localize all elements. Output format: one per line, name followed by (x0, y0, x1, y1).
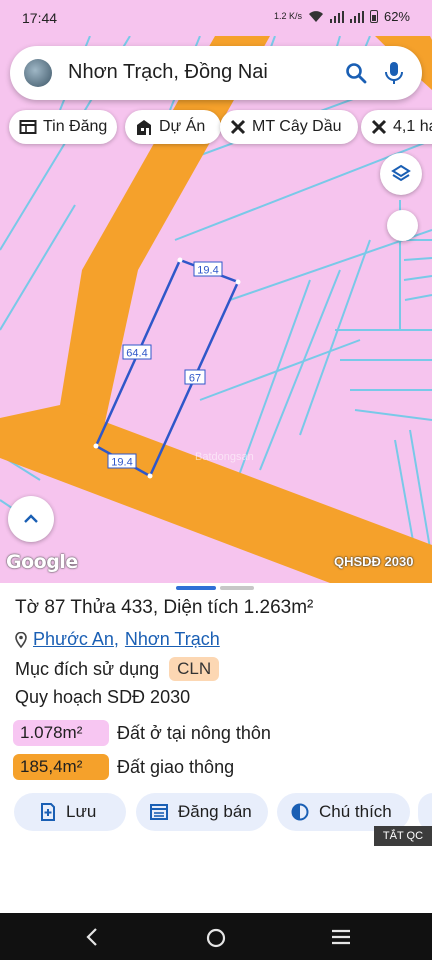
search-input[interactable]: Nhơn Trạch, Đồng Nai (68, 61, 268, 84)
zone-label: Đất ở tại nông thôn (117, 722, 271, 743)
recents-icon[interactable] (331, 928, 351, 946)
legend-label: Chú thích (319, 802, 392, 821)
network-speed: 1.2 K/s (273, 11, 302, 21)
battery-icon (369, 10, 378, 23)
chip-area[interactable]: 4,1 ha (361, 110, 432, 144)
district-link[interactable]: Nhơn Trạch (125, 629, 220, 650)
system-nav-bar (0, 913, 432, 960)
battery-level: 62% (383, 9, 410, 24)
search-bar[interactable]: Nhơn Trạch, Đồng Nai (10, 46, 422, 100)
microphone-icon[interactable] (382, 60, 406, 86)
watermark-text: Batdongsan (195, 451, 254, 463)
sheet-handle[interactable] (176, 586, 216, 590)
map-view[interactable]: 19.4 64.4 67 19.4 Batdongsan Nhơn Trạch,… (0, 0, 432, 583)
save-label: Lưu (66, 802, 97, 821)
layers-button[interactable] (380, 153, 422, 195)
legend-icon (291, 803, 309, 821)
location-separator: , (113, 629, 119, 649)
action-buttons: Lưu Đăng bán Chú thích (0, 793, 432, 831)
purpose-row: Mục đích sử dụng CLN (15, 657, 220, 681)
chip-label: 4,1 ha (393, 118, 432, 135)
purpose-code-badge: CLN (169, 657, 220, 681)
location-row: Phước An, Nhơn Trạch (15, 629, 220, 650)
ward-link[interactable]: Phước An (33, 629, 114, 650)
expand-button[interactable] (8, 496, 54, 542)
chip-label: Tin Đăng (43, 118, 108, 135)
status-time: 17:44 (22, 10, 58, 26)
lot-right-length: 67 (189, 373, 201, 385)
status-icons: 1.2 K/s 62% (274, 9, 410, 24)
signal-icon (329, 10, 344, 23)
parcel-info-sheet: Tờ 87 Thửa 433, Diện tích 1.263m² Phước … (0, 583, 432, 913)
lot-top-width: 19.4 (197, 265, 218, 277)
opacity-slider-handle[interactable] (387, 210, 418, 241)
avatar[interactable] (24, 59, 52, 87)
chip-mt-cay-dau[interactable]: MT Cây Dầu (220, 110, 358, 144)
zone-row-residential: 1.078m² Đất ở tại nông thôn (13, 720, 271, 746)
chip-label: MT Cây Dầu (252, 118, 342, 135)
back-icon[interactable] (84, 927, 100, 947)
status-bar: 17:44 1.2 K/s 62% (0, 0, 432, 36)
chip-label: Dự Án (159, 118, 206, 135)
sheet-handle-secondary[interactable] (220, 586, 254, 590)
chip-tin-dang[interactable]: Tin Đăng (9, 110, 117, 144)
save-button[interactable]: Lưu (14, 793, 126, 831)
home-icon[interactable] (205, 927, 227, 949)
cross-tools-icon (371, 119, 387, 135)
purpose-label: Mục đích sử dụng (15, 658, 160, 679)
zone-area-chip: 1.078m² (13, 720, 109, 746)
cross-tools-icon (230, 119, 246, 135)
zone-label: Đất giao thông (117, 756, 235, 777)
hide-ads-button[interactable]: TẮT QC (374, 826, 432, 846)
chevron-up-icon (24, 514, 38, 523)
building-icon (137, 119, 151, 135)
lot-bottom-width: 19.4 (111, 457, 132, 469)
plan-layer-label: QHSDĐ 2030 (334, 554, 414, 569)
listing-icon (150, 804, 168, 820)
google-logo: Google (6, 551, 78, 573)
wifi-icon (308, 11, 323, 22)
layers-icon (391, 164, 411, 182)
lot-left-length: 64.4 (126, 348, 147, 360)
signal-icon-2 (349, 10, 364, 23)
post-sale-label: Đăng bán (178, 802, 252, 821)
location-pin-icon (15, 631, 27, 648)
parcel-title: Tờ 87 Thửa 433, Diện tích 1.263m² (15, 597, 314, 618)
plan-title: Quy hoạch SDĐ 2030 (15, 687, 191, 707)
search-icon[interactable] (344, 61, 368, 85)
add-bookmark-icon (41, 803, 55, 821)
zone-area-chip: 185,4m² (13, 754, 109, 780)
zone-row-road: 185,4m² Đất giao thông (13, 754, 234, 780)
post-sale-button[interactable]: Đăng bán (136, 793, 268, 831)
newspaper-icon (19, 120, 37, 134)
chip-du-an[interactable]: Dự Án (125, 110, 221, 144)
